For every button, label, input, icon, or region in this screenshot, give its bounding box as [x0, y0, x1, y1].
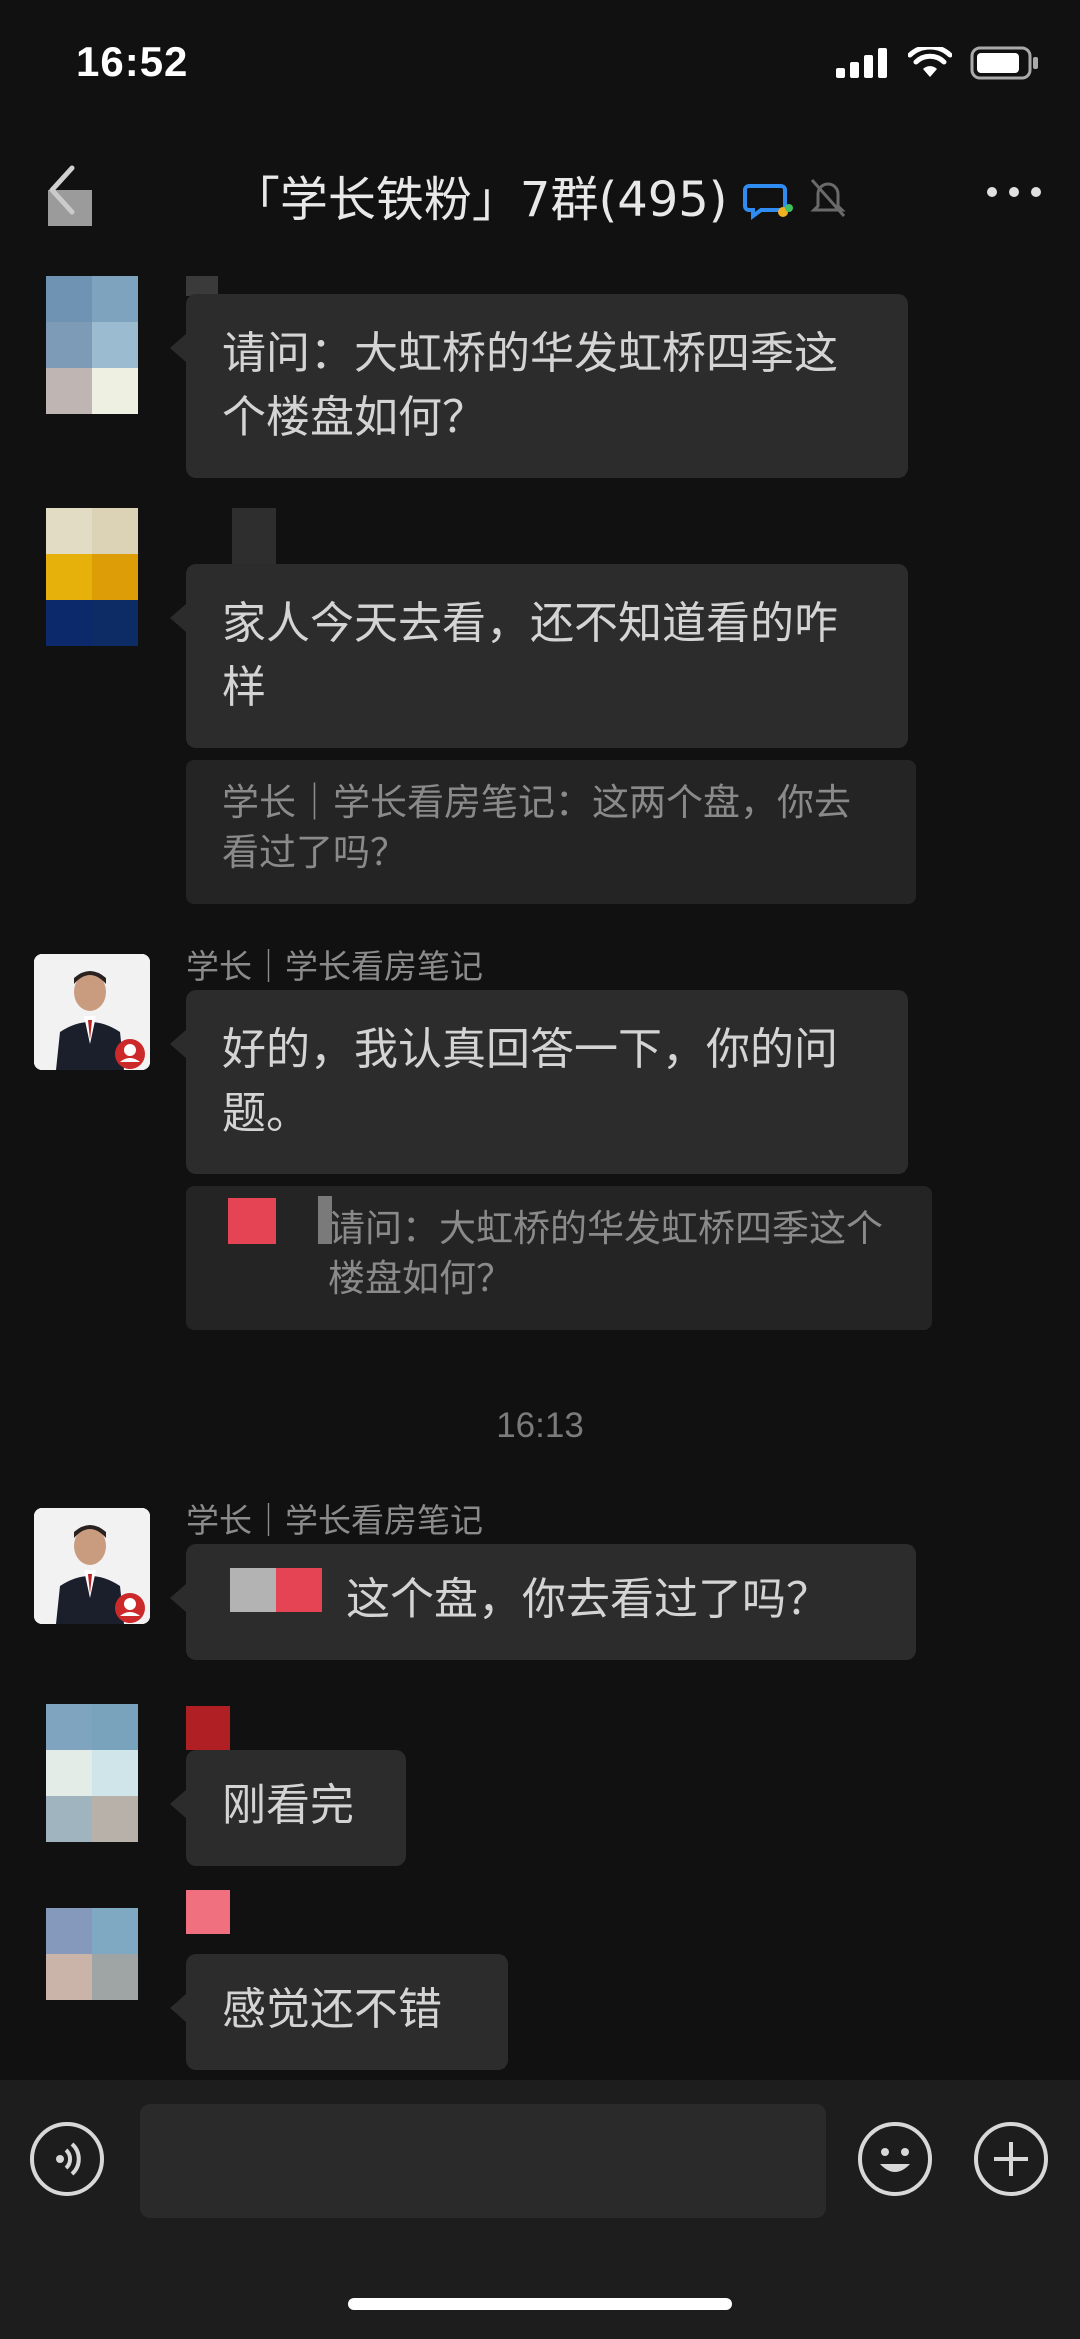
message-text: 这个盘，你去看过了吗？ [346, 1574, 830, 1625]
sender-name-obscured [232, 508, 276, 564]
group-name: 「学长铁粉」7群(495) [231, 172, 728, 228]
more-button[interactable] [984, 172, 1044, 212]
bell-off-icon [810, 179, 846, 217]
sender-name-obscured [186, 276, 218, 296]
add-icon [994, 2142, 1028, 2176]
home-indicator [348, 2298, 732, 2310]
avatar-photo [34, 954, 150, 1070]
status-time: 16:52 [76, 38, 189, 85]
emoji-button[interactable] [858, 2122, 932, 2196]
status-icons [836, 46, 1040, 80]
emoji-icon [880, 2148, 910, 2172]
message-text: 家人今天去看，还不知道看的咋样 [222, 598, 838, 713]
avatar[interactable] [46, 276, 138, 414]
wifi-icon [908, 47, 952, 77]
message-bubble[interactable]: 好的，我认真回答一下，你的问题。 [170, 990, 908, 1174]
quote-text: 学长｜学长看房笔记：这两个盘，你去看过了吗？ [222, 781, 851, 874]
message-bubble[interactable]: 请问：大虹桥的华发虹桥四季这个楼盘如何？ [170, 294, 908, 478]
sender-name-obscured [186, 1706, 230, 1750]
sender-name: 学长｜学长看房笔记 [186, 947, 483, 986]
sender-name: 学长｜学长看房笔记 [186, 1501, 483, 1540]
message-bubble[interactable]: 刚看完 [170, 1750, 406, 1866]
mention-obscured [276, 1568, 322, 1612]
quote-text: 请问：大虹桥的华发虹桥四季这个楼盘如何？ [328, 1207, 883, 1300]
more-icon [987, 187, 1041, 197]
quoted-message[interactable]: 请问：大虹桥的华发虹桥四季这个楼盘如何？ [186, 1186, 932, 1330]
message-bubble[interactable]: 感觉还不错 [170, 1954, 508, 2070]
signal-icon [836, 48, 887, 78]
message-text: 请问：大虹桥的华发虹桥四季这个楼盘如何？ [222, 328, 838, 443]
avatar[interactable] [34, 954, 150, 1070]
timestamp: 16:13 [496, 1406, 584, 1445]
mention-obscured [230, 1568, 276, 1612]
message-text: 好的，我认真回答一下，你的问题。 [222, 1024, 838, 1139]
quote-avatar-obscured [228, 1198, 276, 1244]
chat-title: 「学长铁粉」7群(495) [0, 160, 1080, 230]
message-text: 刚看完 [222, 1780, 354, 1831]
sender-name-obscured [186, 1890, 230, 1934]
message-text: 感觉还不错 [222, 1984, 442, 2035]
voice-icon [56, 2142, 81, 2176]
add-button[interactable] [974, 2122, 1048, 2196]
avatar[interactable] [46, 1908, 138, 2046]
quoted-message[interactable]: 学长｜学长看房笔记：这两个盘，你去看过了吗？ [186, 760, 916, 904]
avatar[interactable] [34, 1508, 150, 1624]
message-input[interactable] [140, 2104, 826, 2218]
voice-button[interactable] [30, 2122, 104, 2196]
group-chat-icon [742, 184, 793, 220]
avatar[interactable] [46, 508, 138, 646]
avatar[interactable] [46, 1704, 138, 1842]
avatar-photo [34, 1508, 150, 1624]
message-bubble[interactable]: 家人今天去看，还不知道看的咋样 [170, 564, 908, 748]
battery-icon [970, 46, 1038, 80]
quote-name-obscured [318, 1196, 332, 1244]
